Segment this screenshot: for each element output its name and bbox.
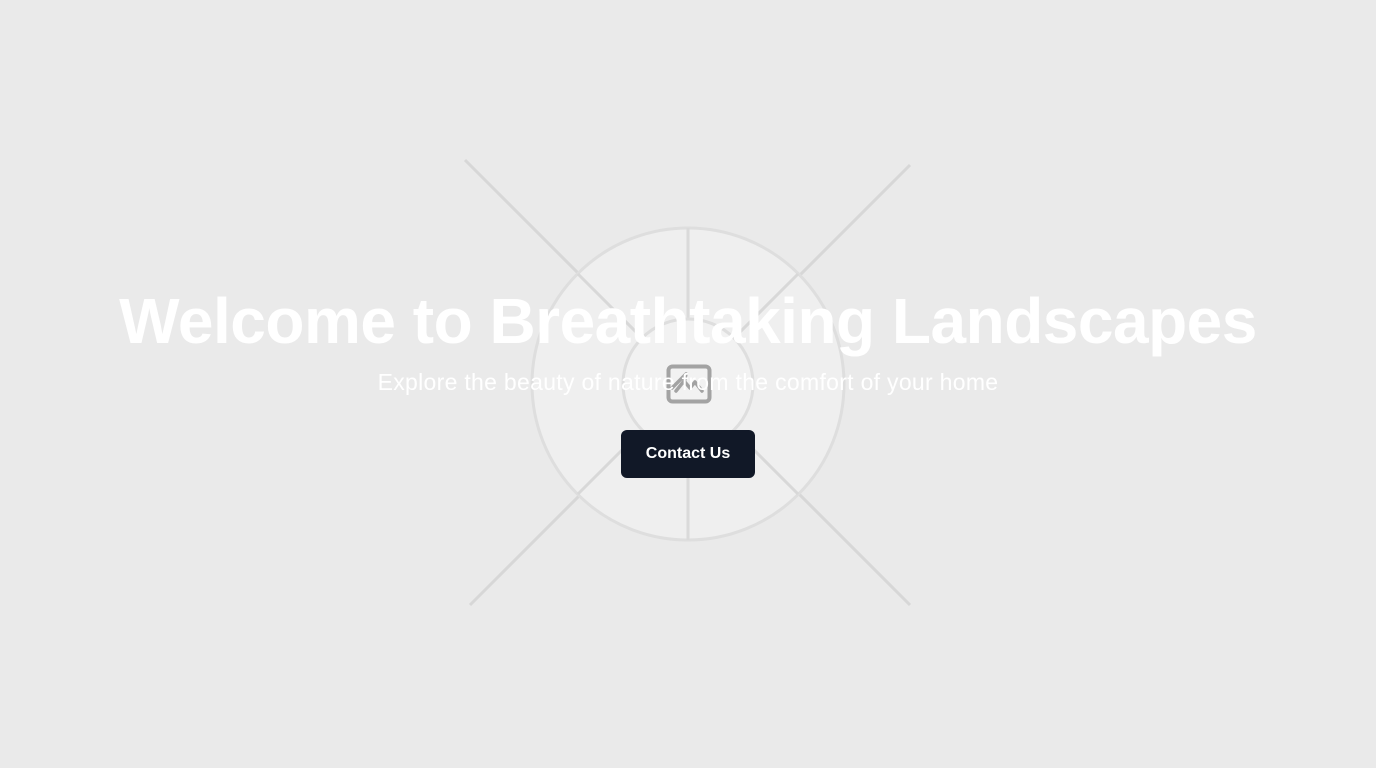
contact-us-button[interactable]: Contact Us: [621, 430, 755, 478]
hero-subtitle: Explore the beauty of nature from the co…: [377, 369, 999, 395]
hero-title: Welcome to Breathtaking Landscapes: [119, 285, 1257, 357]
hero-section: Welcome to Breathtaking Landscapes Explo…: [0, 0, 1376, 768]
